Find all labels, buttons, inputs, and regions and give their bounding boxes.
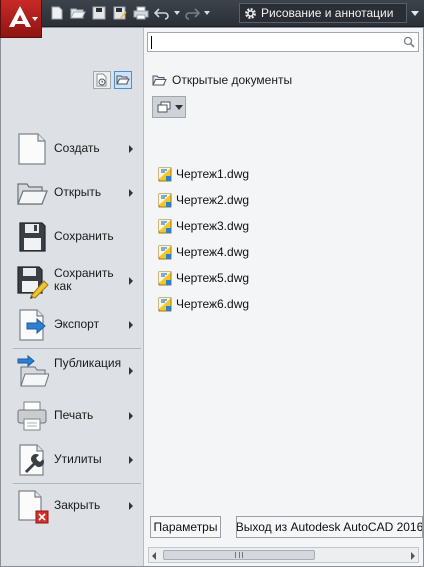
undo-dropdown-icon[interactable] [174, 11, 180, 15]
open-documents-heading: Открытые документы [152, 72, 292, 88]
menu-item-export[interactable]: Экспорт [11, 305, 139, 345]
document-item[interactable]: Чертеж4.dwg [158, 243, 249, 261]
horizontal-scrollbar[interactable] [148, 547, 419, 563]
scroll-right-icon[interactable] [411, 552, 415, 560]
menu-item-utilities[interactable]: Утилиты [11, 440, 139, 480]
dwg-file-icon [158, 271, 172, 285]
document-name: Чертеж5.dwg [176, 271, 250, 285]
menu-item-save[interactable]: Сохранить [11, 217, 139, 257]
chevron-right-icon [129, 367, 133, 375]
undo-icon[interactable] [153, 4, 171, 22]
dwg-file-icon [158, 245, 172, 259]
chevron-right-icon [129, 145, 133, 153]
document-item[interactable]: Чертеж6.dwg [158, 295, 249, 313]
application-menu: Создать Открыть Сохранить Сохранить как … [0, 27, 424, 567]
menu-divider [13, 483, 141, 484]
open-icon[interactable] [69, 4, 87, 22]
documents-panel: Открытые документы Чертеж1.dwg Чертеж2.d… [144, 28, 423, 566]
menu-item-label: Печать [54, 408, 94, 422]
dwg-file-icon [158, 193, 172, 207]
search-icon[interactable] [403, 36, 415, 48]
workspace-dropdown-button[interactable] [405, 3, 424, 23]
document-name: Чертеж1.dwg [176, 167, 250, 181]
printer-icon [17, 401, 47, 431]
publish-icon [17, 354, 49, 387]
menu-item-label: Экспорт [54, 317, 100, 331]
workspace-label: Рисование и аннотации [261, 6, 394, 20]
menu-item-label: Сохранить как [54, 266, 114, 293]
chevron-down-icon [175, 104, 183, 110]
document-item[interactable]: Чертеж5.dwg [158, 269, 249, 287]
quick-access-toolbar [48, 4, 213, 22]
floppy-disk-icon [19, 222, 46, 252]
display-options-icon [157, 101, 171, 113]
document-name: Чертеж4.dwg [176, 245, 250, 259]
options-button[interactable]: Параметры [150, 516, 221, 538]
display-options-button[interactable] [152, 96, 186, 118]
menu-divider [13, 348, 141, 349]
chevron-right-icon [129, 277, 133, 285]
document-name: Чертеж6.dwg [176, 297, 250, 311]
document-item[interactable]: Чертеж3.dwg [158, 217, 249, 235]
save-as-icon[interactable] [111, 4, 129, 22]
chevron-right-icon [129, 456, 133, 464]
workspace-switcher[interactable]: Рисование и аннотации [239, 3, 407, 23]
menu-item-label: Закрыть [54, 498, 101, 512]
chevron-right-icon [129, 502, 133, 510]
new-icon[interactable] [48, 4, 66, 22]
dwg-file-icon [158, 219, 172, 233]
application-menu-commands: Создать Открыть Сохранить Сохранить как … [1, 28, 144, 566]
menu-item-close[interactable]: Закрыть [11, 486, 139, 526]
recent-documents-icon[interactable] [93, 71, 111, 89]
text-caret [151, 36, 152, 49]
close-document-icon [18, 490, 49, 524]
exit-button-label: Выход из Autodesk AutoCAD 2016 [236, 520, 423, 534]
chevron-right-icon [129, 321, 133, 329]
export-icon [19, 309, 46, 341]
menu-item-label: Публикация [54, 356, 122, 370]
menu-item-label: Открыть [54, 185, 102, 199]
chevron-down-icon [410, 10, 419, 16]
save-as-icon [17, 266, 49, 299]
menu-item-save-as[interactable]: Сохранить как [11, 261, 139, 301]
exit-application-button[interactable]: Выход из Autodesk AutoCAD 2016 [236, 516, 423, 538]
autocad-logo-icon [9, 6, 31, 27]
menu-item-print[interactable]: Печать [11, 396, 139, 436]
section-title: Открытые документы [172, 73, 293, 87]
gear-icon [245, 7, 256, 19]
save-icon[interactable] [90, 4, 108, 22]
application-menu-button[interactable] [0, 0, 42, 38]
document-item[interactable]: Чертеж1.dwg [158, 165, 249, 183]
menu-item-new[interactable]: Создать [11, 129, 139, 169]
scrollbar-thumb[interactable] [163, 550, 315, 560]
menu-item-label: Утилиты [54, 452, 102, 466]
dwg-file-icon [158, 297, 172, 311]
chevron-right-icon [129, 189, 133, 197]
chevron-down-icon [32, 17, 38, 21]
new-document-icon [18, 133, 46, 165]
title-bar: Рисование и аннотации [0, 0, 424, 38]
wrench-icon [19, 444, 44, 476]
scroll-left-icon[interactable] [152, 552, 156, 560]
menu-item-publish[interactable]: Публикация [11, 351, 139, 391]
options-button-label: Параметры [153, 520, 218, 534]
redo-dropdown-icon[interactable] [204, 11, 210, 15]
document-name: Чертеж3.dwg [176, 219, 250, 233]
redo-icon[interactable] [183, 4, 201, 22]
menu-item-label: Сохранить [54, 229, 114, 243]
plot-icon[interactable] [132, 4, 150, 22]
open-folder-icon [17, 183, 48, 205]
document-name: Чертеж2.dwg [176, 193, 250, 207]
open-documents-icon[interactable] [114, 71, 132, 89]
search-input[interactable] [147, 32, 419, 52]
menu-item-label: Создать [54, 141, 100, 155]
menu-item-open[interactable]: Открыть [11, 173, 139, 213]
folder-icon [152, 75, 167, 85]
dwg-file-icon [158, 167, 172, 181]
grip-icon [235, 552, 243, 558]
chevron-right-icon [129, 412, 133, 420]
document-item[interactable]: Чертеж2.dwg [158, 191, 249, 209]
